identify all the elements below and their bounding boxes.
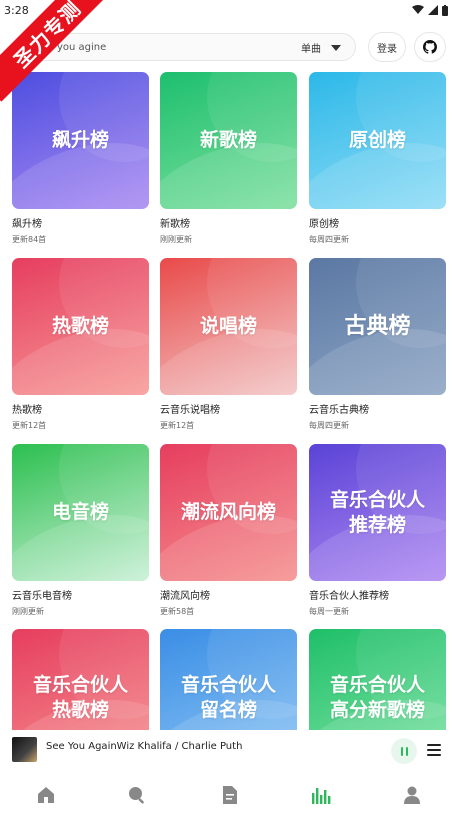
cover-text: 原创榜: [348, 129, 406, 151]
playlist-subtitle: 更新58首: [160, 607, 195, 616]
tab-home[interactable]: [0, 775, 92, 814]
playlist-card[interactable]: 音乐合伙人热歌榜: [12, 629, 149, 730]
playlist-cover[interactable]: 音乐合伙人留名榜: [160, 629, 297, 730]
pause-icon-bar: [405, 746, 408, 756]
playlist-subtitle: 刚刚更新: [12, 607, 44, 616]
playlist-card[interactable]: 音乐合伙人留名榜: [160, 629, 297, 730]
playlist-cover[interactable]: 古典榜: [309, 258, 446, 395]
song-title[interactable]: See You AgainWiz Khalifa / Charlie Puth: [46, 741, 242, 752]
playlist-title: 热歌榜: [12, 405, 42, 416]
playlist-title: 飙升榜: [12, 219, 42, 230]
pause-button[interactable]: [391, 738, 417, 764]
playlist-card[interactable]: 新歌榜 新歌榜 刚刚更新: [160, 72, 297, 245]
album-art[interactable]: [12, 737, 37, 762]
playlist-cover[interactable]: 音乐合伙人推荐榜: [309, 444, 446, 581]
playlist-card[interactable]: 热歌榜 热歌榜 更新12首: [12, 258, 149, 431]
playlist-title: 潮流风向榜: [160, 591, 210, 602]
bottom-tab-bar: [0, 775, 458, 814]
playlist-title: 云音乐古典榜: [309, 405, 369, 416]
playlist-subtitle: 更新84首: [12, 235, 47, 244]
wifi-icon: [412, 5, 424, 14]
playlist-card[interactable]: 潮流风向榜 潮流风向榜 更新58首: [160, 444, 297, 617]
cover-text: 音乐合伙人留名榜: [180, 673, 276, 721]
playlist-cover[interactable]: 新歌榜: [160, 72, 297, 209]
user-icon: [404, 786, 421, 804]
menu-icon-line: [427, 744, 441, 746]
playlist-cover[interactable]: 潮流风向榜: [160, 444, 297, 581]
cover-text: 说唱榜: [199, 315, 257, 337]
playlist-card[interactable]: 音乐合伙人高分新歌榜: [309, 629, 446, 730]
login-button[interactable]: 登录: [368, 32, 406, 62]
github-button[interactable]: [414, 32, 446, 62]
tab-charts[interactable]: [275, 775, 367, 814]
playlist-card[interactable]: 原创榜 原创榜 每周四更新: [309, 72, 446, 245]
playlist-card[interactable]: 音乐合伙人推荐榜 音乐合伙人推荐榜 每周一更新: [309, 444, 446, 617]
menu-icon-line: [427, 749, 441, 751]
cover-text: 潮流风向榜: [180, 501, 276, 523]
playlist-cover[interactable]: 说唱榜: [160, 258, 297, 395]
battery-icon: [442, 4, 448, 16]
playlist-subtitle: 更新12首: [160, 421, 195, 430]
github-icon: [423, 40, 437, 54]
tab-library[interactable]: [183, 775, 275, 814]
mini-player[interactable]: See You AgainWiz Khalifa / Charlie Puth: [0, 733, 458, 767]
search-bar[interactable]: you agine 单曲: [22, 33, 356, 61]
cover-text: 电音榜: [51, 501, 109, 523]
cover-text: 音乐合伙人热歌榜: [32, 673, 128, 721]
status-time: 3:28: [4, 3, 29, 17]
playlist-title: 音乐合伙人推荐榜: [309, 591, 389, 602]
playlist-grid: 飙升榜 飙升榜 更新84首 新歌榜 新歌榜 刚刚更新 原创榜 原创榜 每周四更新…: [12, 72, 446, 730]
playlist-subtitle: 更新12首: [12, 421, 47, 430]
cover-text: 古典榜: [344, 314, 411, 339]
tab-search[interactable]: [92, 775, 184, 814]
playlist-title: 原创榜: [309, 219, 339, 230]
top-bar: you agine 单曲 登录: [0, 31, 458, 63]
chart-icon: [311, 787, 330, 804]
home-icon: [37, 786, 54, 803]
document-icon: [222, 785, 237, 804]
playlist-title: 新歌榜: [160, 219, 190, 230]
cover-text: 热歌榜: [51, 315, 109, 337]
playlist-cover[interactable]: 原创榜: [309, 72, 446, 209]
search-icon: [129, 786, 145, 804]
playlist-card[interactable]: 电音榜 云音乐电音榜 刚刚更新: [12, 444, 149, 617]
playlist-menu-button[interactable]: [427, 744, 441, 756]
search-input[interactable]: you agine: [57, 42, 106, 53]
cover-text: 飙升榜: [51, 129, 109, 151]
search-type-select[interactable]: 单曲: [301, 40, 321, 55]
playlist-title: 云音乐电音榜: [12, 591, 72, 602]
tab-profile[interactable]: [366, 775, 458, 814]
playlist-card[interactable]: 飙升榜 飙升榜 更新84首: [12, 72, 149, 245]
caret-down-icon[interactable]: [331, 45, 341, 51]
menu-icon-line: [427, 754, 441, 756]
playlist-subtitle: 刚刚更新: [160, 235, 192, 244]
playlist-cover[interactable]: 热歌榜: [12, 258, 149, 395]
playlist-cover[interactable]: 音乐合伙人热歌榜: [12, 629, 149, 730]
playlist-subtitle: 每周一更新: [309, 607, 349, 616]
cover-text: 新歌榜: [199, 129, 257, 151]
pause-icon-bar: [400, 746, 403, 756]
playlist-card[interactable]: 说唱榜 云音乐说唱榜 更新12首: [160, 258, 297, 431]
playlist-cover[interactable]: 音乐合伙人高分新歌榜: [309, 629, 446, 730]
playlist-subtitle: 每周四更新: [309, 421, 349, 430]
playlist-title: 云音乐说唱榜: [160, 405, 220, 416]
cover-text: 音乐合伙人高分新歌榜: [329, 673, 425, 721]
status-icons: [412, 4, 448, 16]
playlist-cover[interactable]: 电音榜: [12, 444, 149, 581]
playlist-subtitle: 每周四更新: [309, 235, 349, 244]
cover-text: 音乐合伙人推荐榜: [329, 488, 425, 536]
playlist-card[interactable]: 古典榜 云音乐古典榜 每周四更新: [309, 258, 446, 431]
signal-icon: [428, 5, 438, 15]
playlist-cover[interactable]: 飙升榜: [12, 72, 149, 209]
